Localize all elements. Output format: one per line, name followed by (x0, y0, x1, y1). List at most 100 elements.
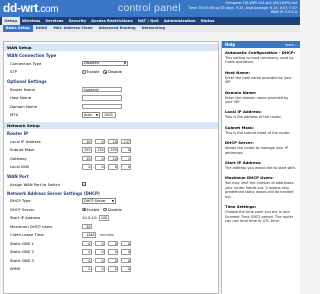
tab-administration[interactable]: Administration (161, 17, 198, 25)
tab-nat-qos[interactable]: NAT / QoS (135, 17, 161, 25)
router-ip-title: Router IP (7, 131, 29, 136)
local-dns-octet[interactable]: 0 (82, 164, 92, 170)
dhcp-server-label: DHCP Server (10, 206, 35, 212)
assign-wan-checkbox[interactable] (82, 182, 86, 187)
local-ip-octet[interactable]: 10 (108, 138, 119, 144)
static-dns3-octet[interactable]: 0 (108, 257, 119, 263)
help-more-link[interactable]: more... (285, 43, 297, 47)
lease-time-unit: minutes (100, 232, 114, 237)
subnet-octet[interactable]: 0 (121, 147, 132, 153)
host-name-field[interactable] (82, 95, 122, 101)
mtu-mode-select[interactable]: Auto ▼ (82, 112, 100, 118)
tab-setup[interactable]: Setup (2, 17, 20, 25)
local-dns-octet[interactable]: 0 (121, 164, 132, 170)
static-dns1-octet[interactable]: 0 (121, 240, 132, 246)
subtab-advanced-routing[interactable]: Advanced Routing (96, 25, 139, 32)
settings-panel: WAN Setup WAN Connection Type Connection… (3, 41, 219, 294)
tab-security[interactable]: Security (66, 17, 89, 25)
static-dns3-label: Static DNS 3 (10, 257, 34, 263)
subnet-octet[interactable]: 255 (95, 147, 106, 153)
wins-octet[interactable]: 0 (82, 266, 92, 272)
subnet-octet[interactable]: 255 (82, 147, 92, 153)
static-dns3-octet[interactable]: 0 (95, 257, 106, 263)
local-dns-octet[interactable]: 0 (108, 164, 119, 170)
static-dns2-octet[interactable]: 0 (121, 249, 132, 255)
help-item: Time Settings: Choose the time zone you a… (225, 204, 294, 223)
help-item: Automatic Configuration - DHCP: This sett… (225, 50, 296, 65)
subtab-mac-clone[interactable]: MAC Address Clone (50, 25, 95, 32)
static-dns1-octet[interactable]: 0 (82, 240, 92, 246)
lease-time-field[interactable]: 1440 (82, 232, 96, 238)
domain-name-field[interactable] (82, 103, 122, 109)
wins-octet[interactable]: 0 (121, 266, 132, 272)
stp-enable-radio[interactable] (82, 70, 86, 74)
wan-setup-title: WAN Setup (4, 44, 218, 51)
help-item: DHCP Server: Allows the router to manage … (225, 140, 289, 155)
tab-status[interactable]: Status (198, 17, 217, 25)
dhcp-type-select[interactable]: DHCP Server ▼ (82, 198, 116, 204)
subtab-networking[interactable]: Networking (139, 25, 168, 32)
start-ip-prefix: 10.0.10. (82, 215, 98, 221)
static-dns1-octet[interactable]: 0 (108, 240, 119, 246)
help-item: Start IP Address: The address you would l… (225, 160, 297, 171)
static-dns1-row: Static DNS 1 0.0.0.0 (10, 240, 132, 246)
gateway-octet[interactable]: 10 (108, 155, 119, 161)
subtab-ddns[interactable]: DDNS (33, 25, 51, 32)
start-ip-field[interactable]: 100 (98, 215, 109, 221)
max-users-row: Maximum DHCP Users 50 (4, 222, 218, 231)
subnet-row: Subnet Mask 255. 255. 255. 0 (10, 147, 132, 153)
static-dns2-octet[interactable]: 0 (108, 249, 119, 255)
chevron-down-icon: ▼ (111, 198, 114, 203)
mtu-label: MTU (10, 112, 19, 118)
tab-services[interactable]: Services (43, 17, 66, 25)
help-item: Subnet Mask: This is the subnet mask of t… (225, 124, 291, 135)
wins-octet[interactable]: 0 (95, 266, 106, 272)
control-panel-title: control panel (118, 2, 181, 14)
local-ip-octet[interactable]: 137 (121, 138, 132, 144)
mtu-field[interactable]: 1500 (102, 112, 116, 118)
local-dns-octet[interactable]: 0 (95, 164, 106, 170)
tab-access-restrictions[interactable]: Access Restrictions (89, 17, 136, 25)
gateway-octet[interactable]: 10 (82, 155, 92, 161)
header-bar: dd-wrt.com control panel Firmware: DD-WR… (0, 0, 300, 17)
dhcp-server-row: DHCP Server Enable Disable (10, 206, 123, 212)
sub-nav: Basic Setup DDNS MAC Address Clone Advan… (0, 25, 300, 32)
chevron-down-icon: ▼ (95, 112, 98, 117)
static-dns1-octet[interactable]: 0 (95, 240, 106, 246)
mtu-row: MTU Auto ▼ 1500 (4, 111, 218, 120)
connection-type-select[interactable]: Disabled ▼ (82, 60, 128, 66)
main-nav: Setup Wireless Services Security Access … (0, 17, 300, 25)
domain-name-label: Domain Name (10, 103, 38, 109)
stp-disable-radio[interactable] (103, 70, 107, 74)
gateway-label: Gateway (10, 155, 27, 161)
dhcp-enable-radio[interactable] (82, 207, 86, 211)
tab-wireless[interactable]: Wireless (20, 17, 43, 25)
stp-row: STP Enable Disable (10, 69, 123, 75)
wan-ip-text: WAN IP: 0.0.0.0 (270, 10, 297, 15)
gateway-octet[interactable]: 1 (121, 155, 132, 161)
host-name-row: Host Name (4, 94, 218, 103)
gateway-octet[interactable]: 0 (95, 155, 106, 161)
max-users-label: Maximum DHCP Users (10, 223, 53, 229)
static-dns3-octet[interactable]: 0 (121, 257, 132, 263)
subtab-basic-setup[interactable]: Basic Setup (3, 25, 33, 32)
help-title: Help (225, 42, 236, 47)
static-dns2-octet[interactable]: 0 (82, 249, 92, 255)
max-users-field[interactable]: 50 (82, 223, 92, 229)
subnet-octet[interactable]: 255 (108, 147, 119, 153)
start-ip-row: Start IP Address 10.0.10. 100 (4, 214, 218, 223)
connection-type-label: Connection Type (10, 60, 42, 66)
local-ip-octet[interactable]: 10 (82, 138, 92, 144)
wins-octet[interactable]: 0 (108, 266, 119, 272)
connection-type-row: Connection Type Disabled ▼ (4, 59, 218, 68)
wins-label: WINS (10, 266, 21, 272)
router-name-field[interactable]: Upsearly (82, 86, 122, 92)
static-dns2-octet[interactable]: 0 (95, 249, 106, 255)
dhcp-disable-radio[interactable] (103, 207, 107, 211)
ddwrt-logo: dd-wrt.com (3, 1, 59, 15)
local-ip-octet[interactable]: 0 (95, 138, 106, 144)
host-name-label: Host Name (10, 95, 32, 101)
help-panel: Help more... Automatic Configuration - D… (221, 41, 300, 294)
static-dns3-octet[interactable]: 0 (82, 257, 92, 263)
dhcp-type-row: DHCP Type DHCP Server ▼ (4, 197, 218, 206)
